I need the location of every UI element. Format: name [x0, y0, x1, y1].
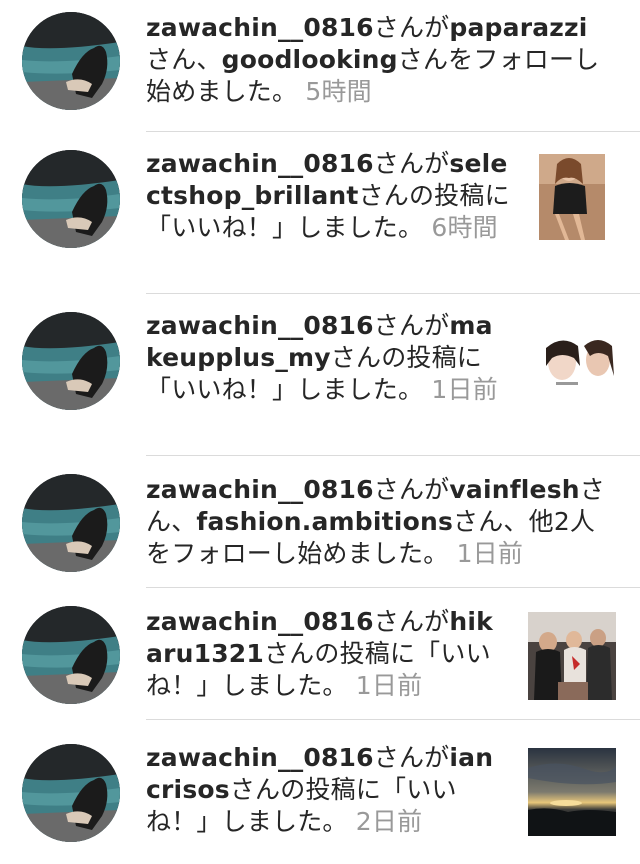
activity-item[interactable]: zawachin__0816さんがhikaru1321さんの投稿に「いいね！」し…: [0, 588, 640, 720]
post-photo: [528, 748, 616, 836]
actor-username[interactable]: zawachin__0816: [146, 311, 374, 340]
notification-text: zawachin__0816さんがiancrisosさんの投稿に「いいね！」しま…: [146, 742, 506, 838]
avatar-photo: [22, 312, 120, 410]
actor-username[interactable]: zawachin__0816: [146, 743, 374, 772]
timestamp: 1日前: [431, 375, 498, 404]
activity-feed: zawachin__0816さんがpaparazziさん、goodlooking…: [0, 0, 640, 864]
notification-text: zawachin__0816さんがselectshop_brillantさんの投…: [146, 148, 514, 244]
text-segment: さんが: [373, 743, 450, 772]
post-thumbnail[interactable]: [528, 612, 616, 700]
avatar[interactable]: [22, 474, 120, 572]
avatar[interactable]: [22, 150, 120, 248]
mentioned-username[interactable]: goodlooking: [222, 45, 398, 74]
notification-text: zawachin__0816さんがpaparazzi さん、goodlooking…: [146, 12, 606, 108]
activity-item[interactable]: zawachin__0816さんがmakeupplus_myさんの投稿に「いいね…: [0, 294, 640, 456]
actor-username[interactable]: zawachin__0816: [146, 149, 374, 178]
actor-username[interactable]: zawachin__0816: [146, 13, 374, 42]
notification-text: zawachin__0816さんがvainfleshさん、fashion.amb…: [146, 474, 606, 570]
avatar[interactable]: [22, 744, 120, 842]
mentioned-username[interactable]: vainflesh: [449, 475, 579, 504]
post-thumbnail[interactable]: [528, 748, 616, 836]
text-segment: さんが: [373, 311, 450, 340]
avatar[interactable]: [22, 312, 120, 410]
text-segment: さんが: [373, 149, 450, 178]
post-photo: [539, 154, 605, 240]
actor-username[interactable]: zawachin__0816: [146, 607, 374, 636]
post-thumbnail[interactable]: [528, 336, 616, 386]
timestamp: 2日前: [355, 807, 423, 836]
post-photo: [528, 336, 616, 386]
text-segment: さんが: [373, 475, 450, 504]
post-thumbnail[interactable]: [539, 154, 605, 240]
text-segment: さんが: [373, 13, 450, 42]
activity-item[interactable]: zawachin__0816さんがvainfleshさん、fashion.amb…: [0, 456, 640, 588]
timestamp: 1日前: [355, 671, 423, 700]
mentioned-username[interactable]: paparazzi: [449, 13, 587, 42]
post-photo: [528, 612, 616, 700]
activity-item[interactable]: zawachin__0816さんがpaparazzi さん、goodlooking…: [0, 0, 640, 132]
text-segment: さん、: [146, 45, 222, 74]
notification-text: zawachin__0816さんがhikaru1321さんの投稿に「いいね！」し…: [146, 606, 506, 702]
avatar-photo: [22, 606, 120, 704]
avatar-photo: [22, 744, 120, 842]
activity-item[interactable]: zawachin__0816さんがiancrisosさんの投稿に「いいね！」しま…: [0, 720, 640, 864]
avatar-photo: [22, 12, 120, 110]
text-segment: さんが: [373, 607, 450, 636]
activity-item[interactable]: zawachin__0816さんがselectshop_brillantさんの投…: [0, 132, 640, 294]
avatar-photo: [22, 150, 120, 248]
mentioned-username[interactable]: fashion.ambitions: [196, 507, 453, 536]
actor-username[interactable]: zawachin__0816: [146, 475, 374, 504]
notification-text: zawachin__0816さんがmakeupplus_myさんの投稿に「いいね…: [146, 310, 506, 406]
avatar[interactable]: [22, 606, 120, 704]
timestamp: 6時間: [431, 213, 498, 242]
avatar[interactable]: [22, 12, 120, 110]
timestamp: 5時間: [305, 77, 372, 106]
timestamp: 1日前: [456, 539, 524, 568]
avatar-photo: [22, 474, 120, 572]
